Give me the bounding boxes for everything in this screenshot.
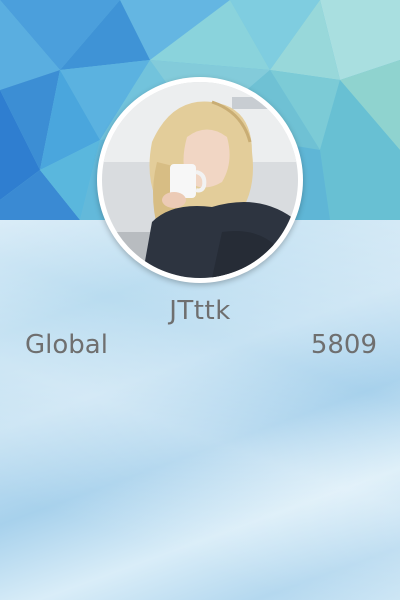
- rank-row: Global 5809: [25, 330, 377, 360]
- avatar-photo: [102, 82, 298, 278]
- profile-card: JTttk Global 5809: [0, 0, 400, 600]
- user-avatar[interactable]: [97, 77, 303, 283]
- rank-label: Global: [25, 330, 108, 360]
- rank-value: 5809: [310, 330, 377, 360]
- username-label: JTttk: [169, 296, 231, 326]
